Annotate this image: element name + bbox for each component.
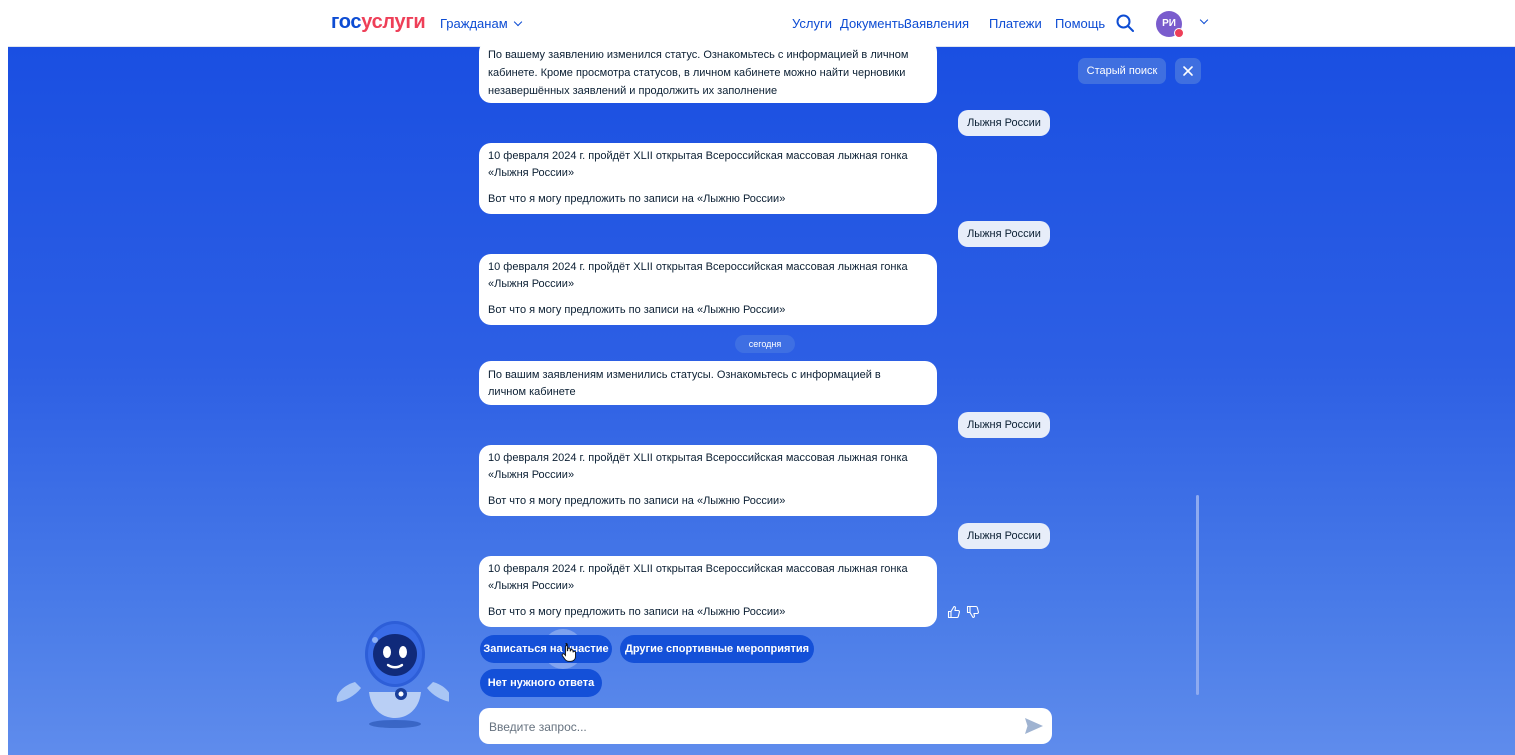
- message-text: 10 февраля 2024 г. пройдёт XLII открытая…: [488, 150, 908, 162]
- robot-mascot: [336, 621, 449, 728]
- message-text: По вашему заявлению изменился статус. Оз…: [488, 49, 909, 61]
- bot-message: 10 февраля 2024 г. пройдёт XLII открытая…: [479, 143, 937, 214]
- quick-reply-no-answer[interactable]: Нет нужного ответа: [480, 669, 602, 697]
- user-message: Лыжня России: [958, 412, 1050, 438]
- bot-message: 10 февраля 2024 г. пройдёт XLII открытая…: [479, 556, 937, 627]
- nav-payments[interactable]: Платежи: [989, 16, 1042, 31]
- thumbs-down-icon[interactable]: [966, 605, 980, 619]
- message-text: личном кабинете: [488, 386, 576, 398]
- chevron-down-icon[interactable]: [1199, 15, 1209, 25]
- message-text: кабинете. Кроме просмотра статусов, в ли…: [488, 67, 906, 79]
- user-message: Лыжня России: [958, 221, 1050, 247]
- logo-part-gos: гос: [331, 11, 362, 33]
- quick-reply-register[interactable]: Записаться на участие: [480, 635, 612, 663]
- audience-dropdown[interactable]: Гражданам: [440, 16, 522, 31]
- chevron-down-icon: [513, 17, 522, 27]
- chat-scrollbar[interactable]: [1196, 495, 1199, 695]
- nav-help[interactable]: Помощь: [1055, 16, 1105, 31]
- nav-documents[interactable]: Документы: [840, 16, 907, 31]
- message-text: «Лыжня России»: [488, 580, 575, 592]
- hand-cursor-icon: [561, 643, 576, 662]
- bot-message: По вашим заявлениям изменились статусы. …: [479, 361, 937, 405]
- message-text: По вашим заявлениям изменились статусы. …: [488, 369, 881, 381]
- user-message: Лыжня России: [958, 110, 1050, 136]
- date-divider: сегодня: [735, 335, 795, 353]
- search-icon[interactable]: [1116, 14, 1134, 32]
- quick-reply-other-events[interactable]: Другие спортивные мероприятия: [620, 635, 814, 663]
- audience-label: Гражданам: [440, 16, 508, 31]
- bot-message: По вашему заявлению изменился статус. Оз…: [479, 40, 937, 103]
- user-message: Лыжня России: [958, 523, 1050, 549]
- bot-message: 10 февраля 2024 г. пройдёт XLII открытая…: [479, 445, 937, 516]
- chat-input[interactable]: [487, 708, 1011, 746]
- message-text: Вот что я могу предложить по записи на «…: [488, 606, 786, 618]
- message-text: Вот что я могу предложить по записи на «…: [488, 193, 786, 205]
- message-text: «Лыжня России»: [488, 469, 575, 481]
- thumbs-up-icon[interactable]: [947, 605, 961, 619]
- close-icon: [1183, 66, 1193, 76]
- message-text: 10 февраля 2024 г. пройдёт XLII открытая…: [488, 452, 908, 464]
- bot-message: 10 февраля 2024 г. пройдёт XLII открытая…: [479, 254, 937, 325]
- message-text: «Лыжня России»: [488, 278, 575, 290]
- app-frame: госуслуги Гражданам Услуги Документы Зая…: [8, 0, 1515, 755]
- close-button[interactable]: [1175, 58, 1201, 84]
- message-text: незавершённых заявлений и продолжить их …: [488, 85, 778, 97]
- message-text: 10 февраля 2024 г. пройдёт XLII открытая…: [488, 261, 908, 273]
- old-search-button[interactable]: Старый поиск: [1078, 58, 1166, 84]
- gosuslugi-logo[interactable]: госуслуги: [331, 11, 426, 34]
- send-icon[interactable]: [1024, 717, 1044, 735]
- notification-dot: [1174, 28, 1184, 38]
- message-text: «Лыжня России»: [488, 167, 575, 179]
- chat-input-container: [479, 708, 1052, 746]
- nav-applications[interactable]: Заявления: [904, 16, 969, 31]
- message-text: Вот что я могу предложить по записи на «…: [488, 495, 786, 507]
- nav-services[interactable]: Услуги: [792, 16, 832, 31]
- message-text: Вот что я могу предложить по записи на «…: [488, 304, 786, 316]
- message-text: 10 февраля 2024 г. пройдёт XLII открытая…: [488, 563, 908, 575]
- logo-part-uslugi: услуги: [361, 11, 426, 33]
